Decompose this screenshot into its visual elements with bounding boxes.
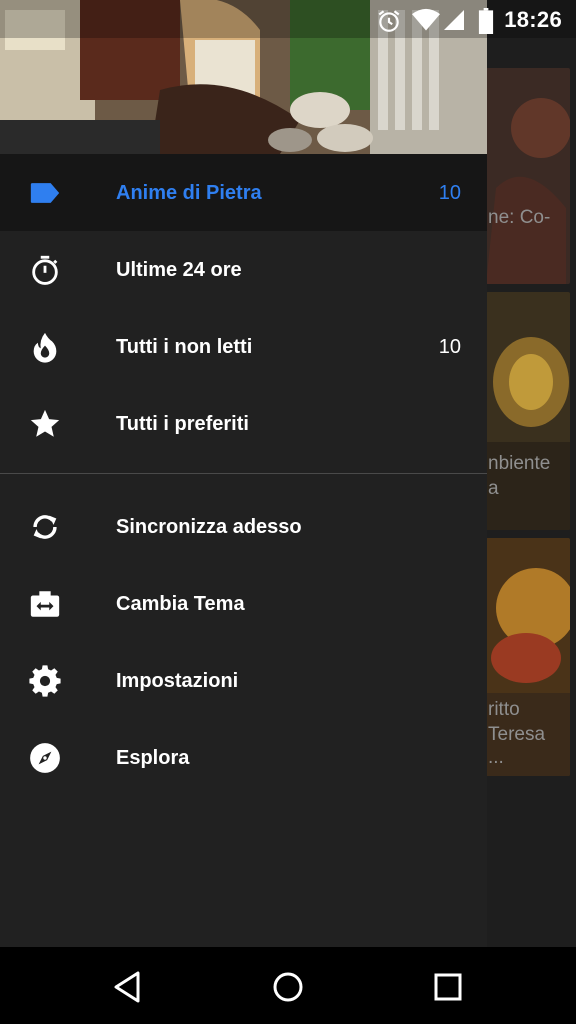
drawer-item-tutti-i-non-letti[interactable]: Tutti i non letti 10 [0,308,487,385]
drawer-action-label: Cambia Tema [116,593,245,615]
drawer-item-label: Ultime 24 ore [116,259,242,281]
feed-snippet: a [488,478,499,499]
wifi-icon [412,8,440,31]
drawer-action-label: Esplora [116,747,190,769]
drawer-action-sincronizza[interactable]: Sincronizza adesso [0,488,487,565]
drawer-item-label: Tutti i preferiti [116,413,249,435]
drawer-item-label: Tutti i non letti [116,336,253,358]
drawer-item-tutti-i-preferiti[interactable]: Tutti i preferiti [0,385,487,462]
gear-icon [29,665,61,697]
feed-card-art [486,68,570,284]
screen: ne: Co- nbiente a ritto Teresa ... 18:26… [0,0,576,1024]
label-tag-icon [30,183,60,203]
timer-icon [32,255,58,285]
alarm-icon [378,10,400,32]
battery-icon [478,8,494,34]
feed-snippet: Teresa [488,724,546,745]
drawer-action-esplora[interactable]: Esplora [0,719,487,796]
home-icon[interactable] [266,965,310,1009]
signal-icon [444,10,464,30]
drawer-action-cambia-tema[interactable]: Cambia Tema [0,565,487,642]
theme-switch-icon [30,591,60,617]
drawer-item-ultime-24-ore[interactable]: Ultime 24 ore [0,231,487,308]
compass-icon [30,743,60,773]
drawer-action-label: Sincronizza adesso [116,516,302,538]
drawer-action-impostazioni[interactable]: Impostazioni [0,642,487,719]
star-icon [30,409,60,437]
navigation-drawer: Anime di Pietra 10 Ultime 24 ore Tutti i… [0,154,487,947]
drawer-item-count: 10 [438,182,461,204]
drawer-item-count: 10 [438,336,461,358]
drawer-item-anime-di-pietra[interactable]: Anime di Pietra 10 [0,154,487,231]
drawer-action-label: Impostazioni [116,670,239,692]
flame-icon [33,332,57,363]
feed-snippet: ... [488,747,504,768]
drawer-divider [0,473,487,474]
system-nav-bar [0,947,576,1024]
feed-card-image[interactable] [486,68,570,284]
recents-icon[interactable] [426,965,470,1009]
feed-snippet: ne: Co- [488,207,551,228]
feed-snippet: nbiente [488,453,551,474]
drawer-item-label: Anime di Pietra [116,182,262,204]
status-time: 18:26 [504,7,562,32]
back-icon[interactable] [106,965,150,1009]
feed-snippet: ritto [488,699,520,720]
status-bar: 18:26 [0,0,576,38]
sync-icon [33,515,57,539]
